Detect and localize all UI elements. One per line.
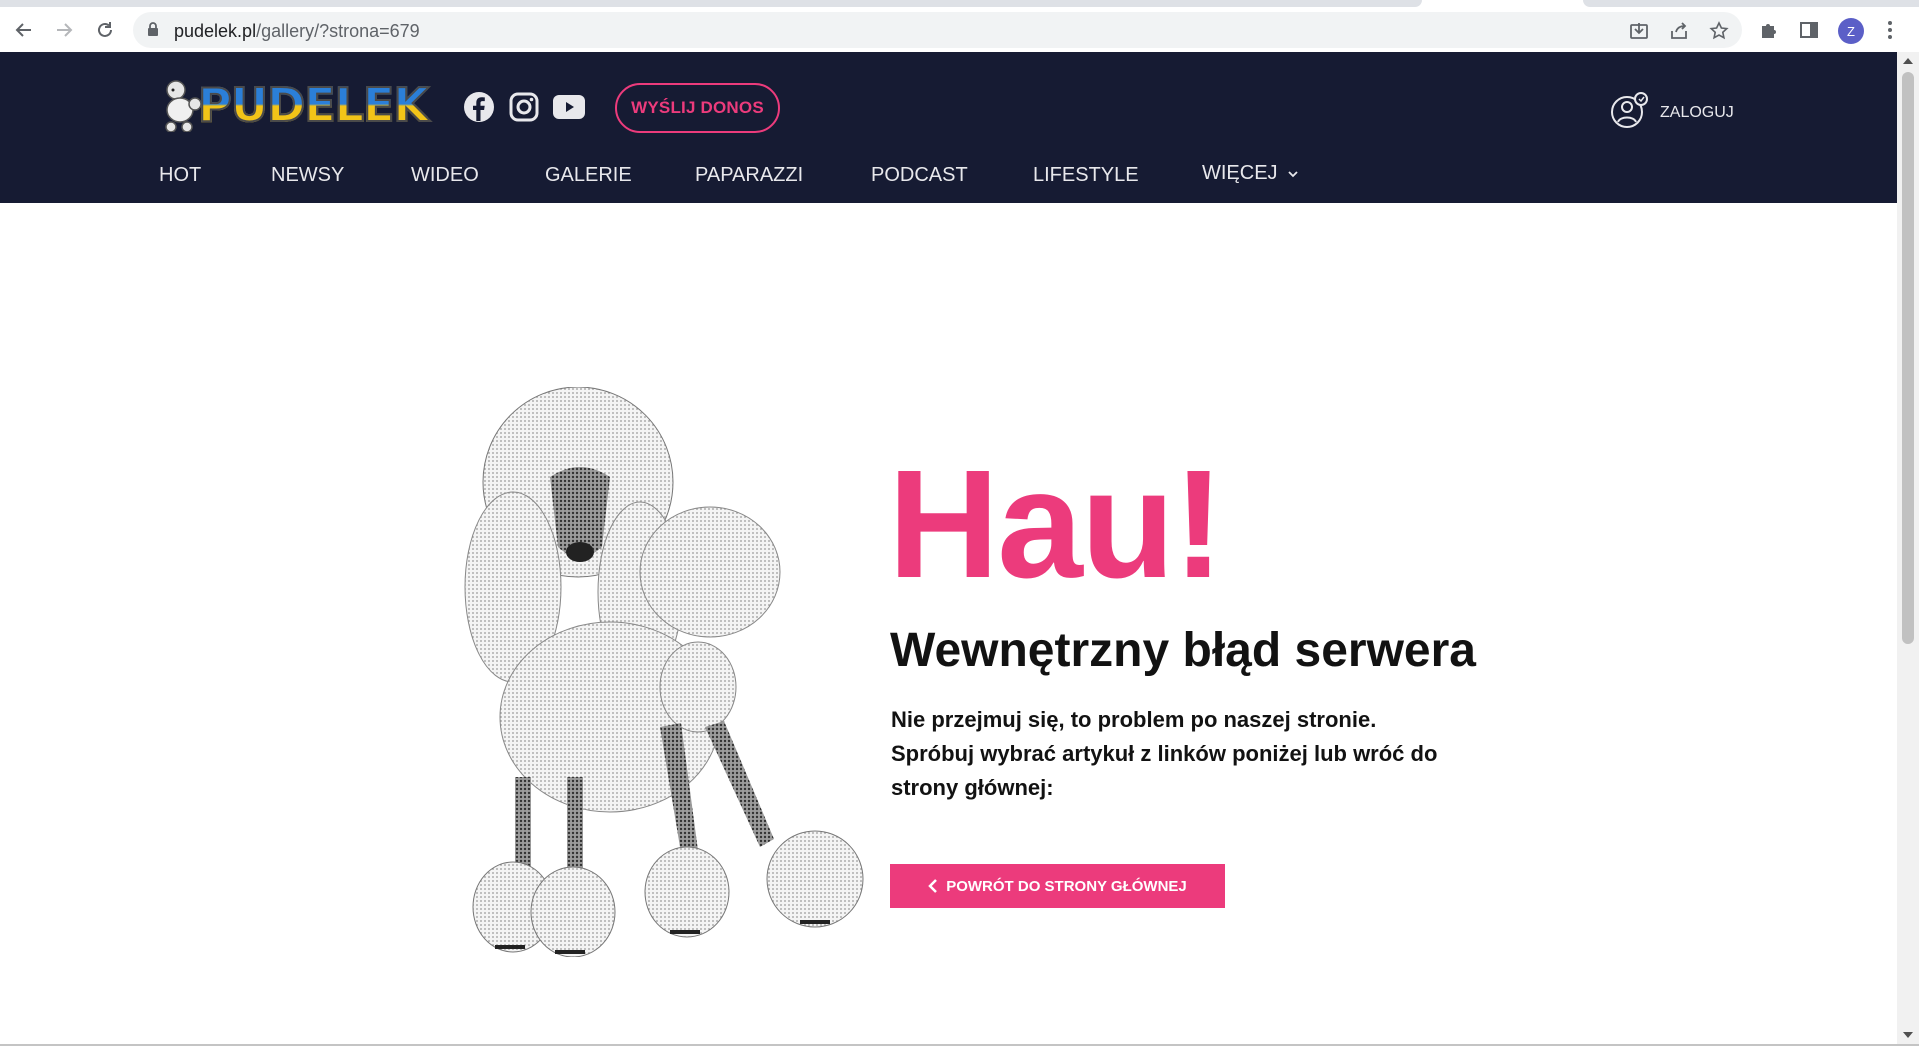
nav-item-hot[interactable]: HOT [159,164,201,187]
address-bar[interactable]: pudelek.pl/gallery/?strona=679 [133,12,1742,48]
login-link[interactable]: ZALOGUJ [1610,92,1734,133]
scroll-up-arrow-icon[interactable] [1903,58,1913,64]
pudelek-logo[interactable]: PUDELEK [162,78,430,134]
share-icon[interactable] [1668,20,1690,42]
url-text[interactable]: pudelek.pl/gallery/?strona=679 [174,21,420,42]
nav-item-lifestyle[interactable]: LIFESTYLE [1033,164,1139,187]
send-tip-button[interactable]: WYŚLIJ DONOS [615,83,780,133]
chevron-left-icon [928,878,938,894]
bookmark-star-icon[interactable] [1708,20,1730,42]
error-message: Nie przejmuj się, to problem po naszej s… [891,707,1438,800]
nav-item-galerie[interactable]: GALERIE [545,164,632,187]
back-to-home-button[interactable]: POWRÓT DO STRONY GŁÓWNEJ [890,864,1225,908]
page-scrollbar[interactable] [1897,52,1919,1044]
nav-item-newsy[interactable]: NEWSY [271,164,344,187]
nav-item-wideo[interactable]: WIDEO [411,164,479,187]
browser-toolbar: pudelek.pl/gallery/?strona=679 Z [0,8,1919,52]
logo-text: PUDELEK [197,78,430,132]
extensions-puzzle-icon[interactable] [1757,18,1781,42]
back-to-home-label: POWRÓT DO STRONY GŁÓWNEJ [946,877,1187,895]
browser-tab[interactable] [1583,0,1919,7]
youtube-icon[interactable] [552,90,586,124]
lock-icon[interactable] [147,22,159,41]
user-login-icon [1610,92,1650,133]
tab-strip [0,0,1919,8]
scrollbar-thumb[interactable] [1902,72,1914,644]
facebook-icon[interactable] [462,90,496,124]
reload-icon[interactable] [93,18,117,42]
nav-item-wiecej[interactable]: WIĘCEJ [1202,162,1299,185]
side-panel-icon[interactable] [1797,18,1821,42]
instagram-icon[interactable] [507,90,541,124]
install-app-icon[interactable] [1628,20,1650,42]
nav-item-podcast[interactable]: PODCAST [871,164,968,187]
page-viewport: PUDELEK WYŚLIJ DONOS ZALOGUJ HOT NEWSY W… [0,52,1897,1044]
nav-item-wiecej-label: WIĘCEJ [1202,162,1278,184]
error-title: Wewnętrzny błąd serwera [890,624,1476,677]
error-heading: Hau! [888,438,1224,610]
browser-menu-icon[interactable] [1878,18,1902,42]
scroll-down-arrow-icon[interactable] [1903,1032,1913,1038]
site-header: PUDELEK WYŚLIJ DONOS ZALOGUJ HOT NEWSY W… [0,52,1897,203]
chevron-down-icon [1288,171,1298,178]
nav-item-paparazzi[interactable]: PAPARAZZI [695,164,803,187]
browser-tab[interactable] [0,0,1422,7]
profile-avatar[interactable]: Z [1838,18,1864,44]
logo-poodle-icon [165,80,202,132]
forward-arrow-icon[interactable] [52,18,76,42]
login-label: ZALOGUJ [1660,103,1734,121]
poodle-illustration [464,387,864,957]
back-arrow-icon[interactable] [12,18,36,42]
